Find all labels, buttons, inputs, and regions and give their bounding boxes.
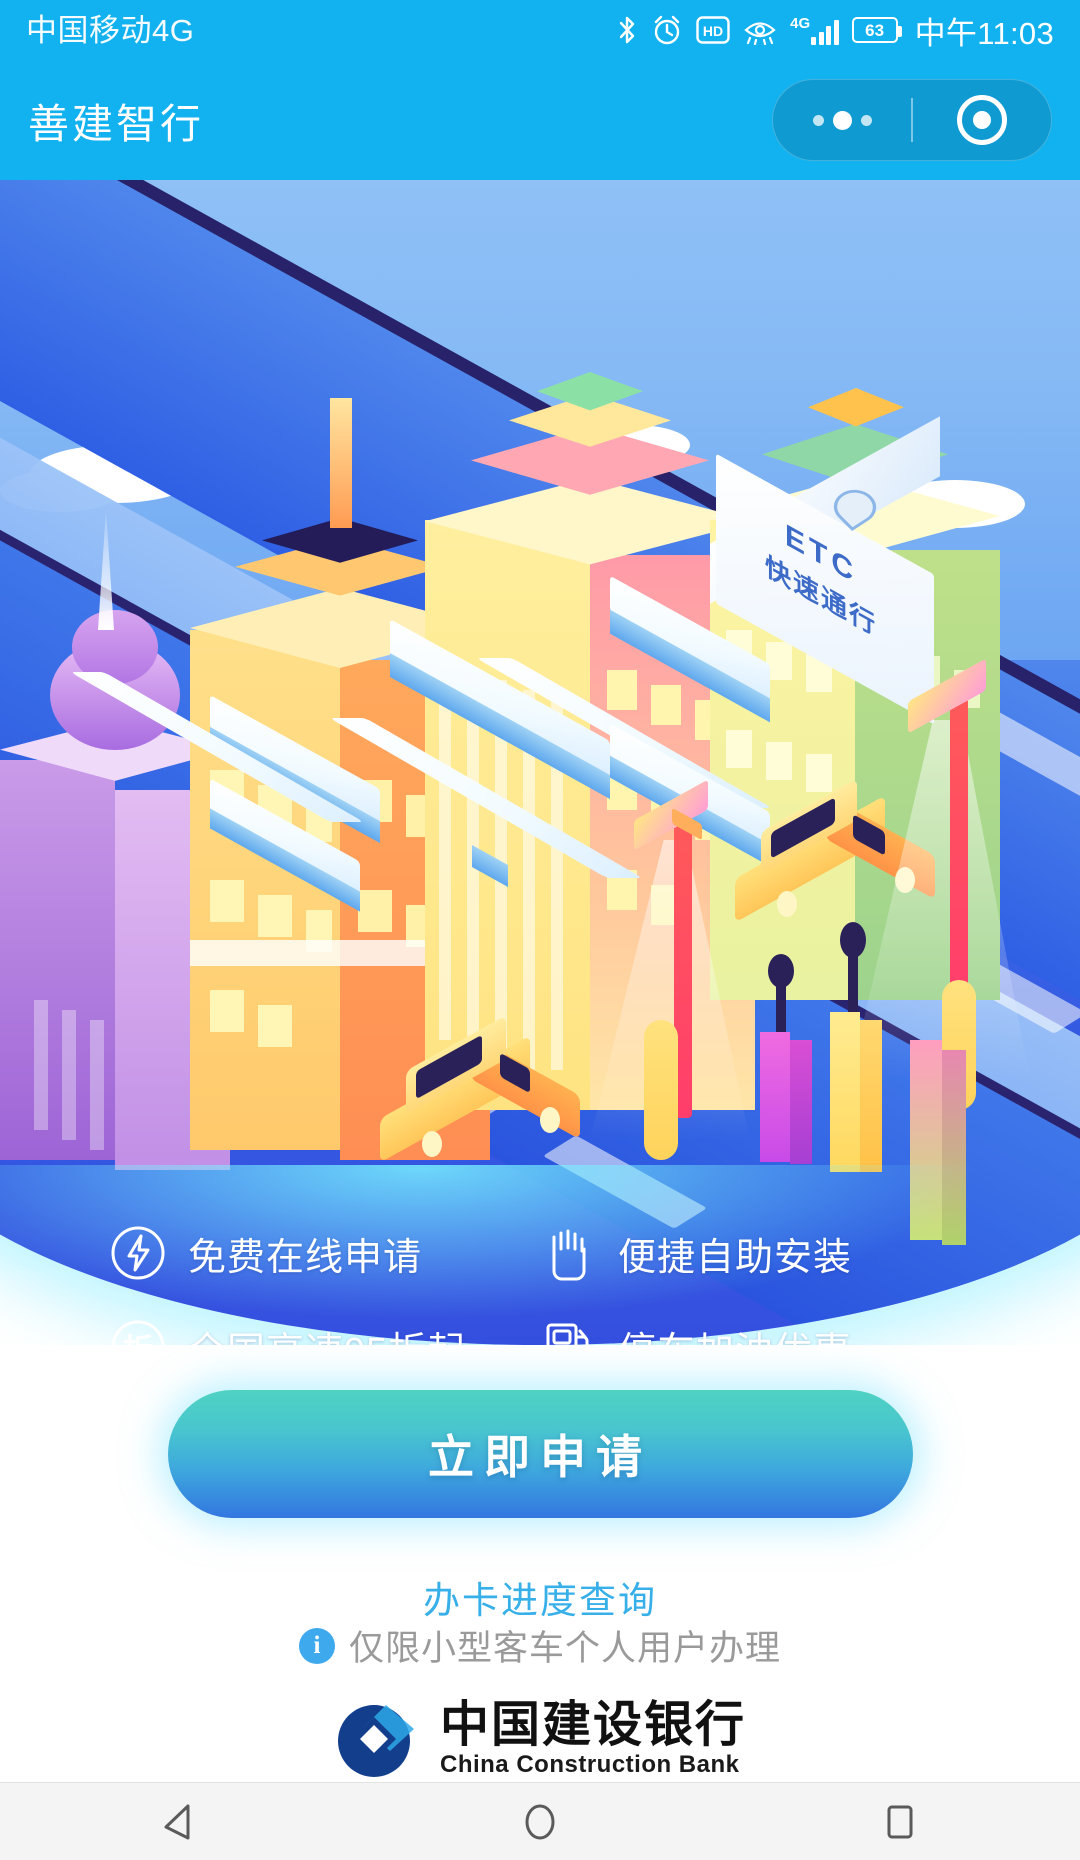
feature-label: 全国高速95折起 xyxy=(188,1320,466,1346)
hd-icon: HD xyxy=(696,16,730,44)
eligibility-note: i 仅限小型客车个人用户办理 xyxy=(0,1620,1080,1671)
signal-bars xyxy=(811,19,839,45)
lightning-icon xyxy=(110,1225,166,1281)
feature-label: 免费在线申请 xyxy=(188,1236,423,1279)
progress-link-container: 办卡进度查询 xyxy=(0,1570,1080,1624)
card-progress-link[interactable]: 办卡进度查询 xyxy=(423,1580,657,1621)
back-button[interactable] xyxy=(80,1783,280,1860)
alarm-icon xyxy=(654,15,680,45)
carrier-label: 中国移动4G xyxy=(26,12,195,48)
bluetooth-icon xyxy=(619,16,635,44)
discount-icon-text: 折 xyxy=(110,1319,166,1345)
svg-text:HD: HD xyxy=(703,23,723,39)
post-yellow-2 xyxy=(830,922,882,1180)
hero-illustration: ETC 快速通行 xyxy=(0,180,1080,1345)
back-icon xyxy=(164,1804,190,1839)
feature-item-free-online: 免费在线申请 xyxy=(110,1225,540,1281)
phone-screen: 中国移动4G HD 4G 63 中午11:03 善建智行 ETC 快速通行 免费… xyxy=(0,0,1080,1860)
hero-banner: ETC 快速通行 免费在线申请 便捷自助安装 xyxy=(0,180,1080,1345)
info-icon: i xyxy=(298,1627,335,1664)
feature-item-discount: 折 全国高速95折起 xyxy=(110,1319,540,1345)
apply-now-button[interactable]: 立即申请 xyxy=(167,1390,913,1518)
fuel-pump-icon xyxy=(540,1319,596,1345)
bank-logo-text: 中国建设银行 China Construction Bank xyxy=(440,1700,746,1779)
signal-icon: 4G xyxy=(790,16,839,45)
home-button[interactable] xyxy=(440,1783,640,1860)
app-header: 善建智行 xyxy=(0,60,1080,180)
eye-care-icon xyxy=(744,22,776,45)
bank-name-en: China Construction Bank xyxy=(439,1750,740,1778)
car-lower xyxy=(380,1015,590,1163)
note-label: 仅限小型客车个人用户办理 xyxy=(348,1629,781,1668)
recents-icon xyxy=(887,1805,913,1838)
ccb-logo-icon xyxy=(334,1695,422,1783)
more-menu-button[interactable] xyxy=(773,110,911,130)
page-title: 善建智行 xyxy=(28,101,204,147)
cta-container: 立即申请 xyxy=(0,1390,1080,1518)
etc-roadside-sign: ETC 快速通行 xyxy=(710,416,940,725)
feature-item-self-install: 便捷自助安装 xyxy=(540,1225,970,1281)
battery-level-label: 63 xyxy=(865,20,885,40)
status-bar: 中国移动4G HD 4G 63 中午11:03 xyxy=(0,0,1080,60)
clock-label: 中午11:03 xyxy=(914,15,1054,51)
miniprogram-capsule[interactable] xyxy=(772,79,1052,161)
close-target-icon xyxy=(956,95,1007,145)
battery-icon: 63 xyxy=(851,17,902,43)
more-menu-icon xyxy=(812,110,872,130)
network-type-label: 4G xyxy=(790,14,811,32)
post-yellow xyxy=(640,970,680,1160)
feature-item-parking-fuel: 停车加油优惠 xyxy=(540,1319,970,1345)
status-icons: HD 4G 63 中午11:03 xyxy=(616,8,1054,53)
discount-icon: 折 xyxy=(110,1319,166,1345)
recents-button[interactable] xyxy=(800,1783,1000,1860)
post-magenta xyxy=(760,954,812,1180)
bank-logo: 中国建设银行 China Construction Bank xyxy=(0,1695,1080,1783)
feature-label: 停车加油优惠 xyxy=(618,1320,852,1346)
close-button[interactable] xyxy=(913,95,1051,145)
home-icon xyxy=(525,1804,555,1839)
feature-label: 便捷自助安装 xyxy=(618,1236,853,1279)
gantry-pole-right xyxy=(850,658,1040,1110)
feature-list: 免费在线申请 便捷自助安装 折 全国高速95折起 xyxy=(0,1225,1080,1345)
bank-name-cn: 中国建设银行 xyxy=(439,1695,746,1753)
android-nav-bar xyxy=(0,1782,1080,1860)
hand-icon xyxy=(540,1225,596,1281)
